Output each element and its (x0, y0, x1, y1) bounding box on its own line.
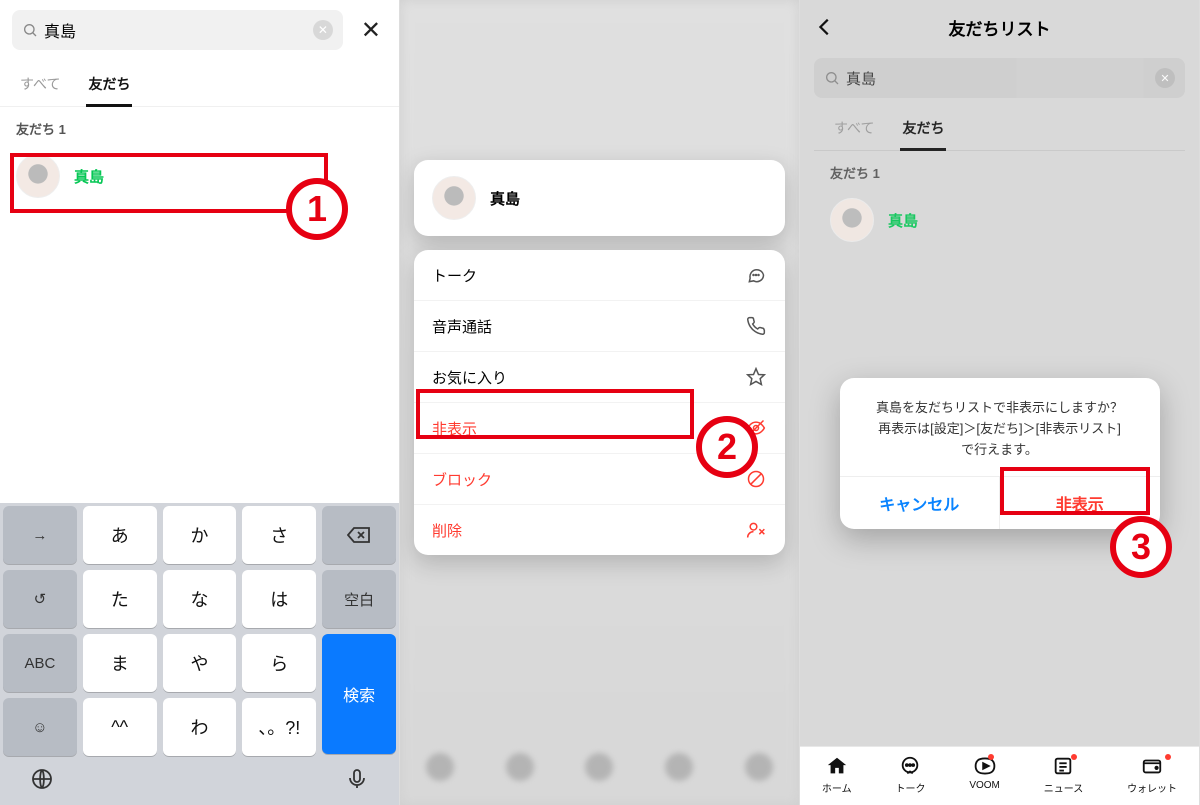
blurred-tabbar (400, 753, 799, 781)
menu-label: お気に入り (432, 367, 507, 388)
block-icon (745, 468, 767, 490)
tab-label: VOOM (969, 780, 1000, 791)
kb-key[interactable]: 空白 (322, 570, 396, 628)
eye-off-icon (745, 417, 767, 439)
kb-key[interactable]: や (163, 634, 237, 692)
section-label: 友だち 1 (814, 151, 1185, 188)
tab-label: ウォレット (1127, 780, 1177, 795)
menu-label: 音声通話 (432, 316, 492, 337)
page-title: 友だちリスト (949, 15, 1051, 40)
hide-button[interactable]: 非表示 (1000, 477, 1160, 529)
section-label: 友だち 1 (0, 107, 399, 144)
notification-dot-icon (988, 754, 994, 760)
friend-row[interactable]: 真島 (0, 144, 399, 208)
chat-icon (745, 264, 767, 286)
clear-icon[interactable]: ✕ (1155, 68, 1175, 88)
confirm-dialog: 真島を友だちリストで非表示にしますか？ 再表示は[設定]＞[友だち]＞[非表示リ… (840, 378, 1160, 529)
kb-key[interactable]: → (3, 506, 77, 564)
kb-key[interactable]: か (163, 506, 237, 564)
back-button[interactable] (814, 16, 836, 38)
menu-label: 削除 (432, 520, 462, 541)
kb-key[interactable]: た (83, 570, 157, 628)
kb-key[interactable]: ↺ (3, 570, 77, 628)
tabbar-play[interactable]: VOOM (969, 755, 1000, 795)
tabbar-wallet[interactable]: ウォレット (1127, 755, 1177, 795)
menu-item-star[interactable]: お気に入り (414, 352, 785, 403)
search-field[interactable]: ✕ (12, 10, 343, 50)
menu-label: 非表示 (432, 418, 477, 439)
dialog-line3: で行えます。 (858, 440, 1142, 461)
tab-friends[interactable]: 友だち (86, 64, 132, 106)
chat-icon (899, 755, 921, 777)
search-text: 真島 (846, 68, 1155, 89)
clear-icon[interactable]: ✕ (313, 20, 333, 40)
tabbar-home[interactable]: ホーム (822, 755, 852, 795)
globe-icon[interactable] (30, 767, 54, 791)
avatar (16, 154, 60, 198)
dialog-line1: 真島を友だちリストで非表示にしますか？ (858, 398, 1142, 419)
menu-item-eye-off[interactable]: 非表示 (414, 403, 785, 454)
kb-key[interactable]: な (163, 570, 237, 628)
kb-key[interactable] (322, 506, 396, 564)
cancel-button[interactable]: キャンセル (840, 477, 1001, 529)
menu-item-block[interactable]: ブロック (414, 454, 785, 505)
user-x-icon (745, 519, 767, 541)
kb-key[interactable]: わ (163, 698, 237, 756)
tab-all[interactable]: すべて (832, 108, 876, 150)
star-icon (745, 366, 767, 388)
kb-key[interactable]: あ (83, 506, 157, 564)
close-button[interactable]: ✕ (355, 16, 387, 45)
kb-key[interactable]: ま (83, 634, 157, 692)
tab-friends[interactable]: 友だち (900, 108, 946, 150)
search-field[interactable]: 真島 ✕ (814, 58, 1185, 98)
bottom-tabbar[interactable]: ホーム トーク VOOM ニュース ウォレット (800, 746, 1199, 805)
kb-key[interactable]: ら (242, 634, 316, 692)
kb-key[interactable]: さ (242, 506, 316, 564)
friend-name: 真島 (490, 188, 520, 209)
tab-label: ホーム (822, 780, 852, 795)
wallet-icon (1141, 755, 1163, 777)
mic-icon[interactable] (345, 767, 369, 791)
friend-name: 真島 (888, 210, 918, 231)
search-icon (824, 70, 840, 86)
kb-key[interactable]: は (242, 570, 316, 628)
tab-all[interactable]: すべて (18, 64, 62, 106)
friend-row[interactable]: 真島 (814, 188, 1185, 252)
tab-label: トーク (895, 780, 925, 795)
kb-key[interactable]: ABC (3, 634, 77, 692)
kb-key[interactable]: 、。?! (242, 698, 316, 756)
avatar (830, 198, 874, 242)
tab-label: ニュース (1044, 780, 1084, 795)
menu-label: ブロック (432, 469, 492, 490)
tabbar-chat[interactable]: トーク (895, 755, 925, 795)
kb-key[interactable]: ☺ (3, 698, 77, 756)
phone-icon (745, 315, 767, 337)
context-menu: トーク音声通話お気に入り非表示ブロック削除 (414, 250, 785, 555)
avatar (432, 176, 476, 220)
menu-item-phone[interactable]: 音声通話 (414, 301, 785, 352)
keyboard[interactable]: →あかさ ↺たなは空白 ABCまやら検索 ☺^^わ、。?! (0, 503, 399, 805)
notification-dot-icon (1071, 754, 1077, 760)
home-icon (826, 755, 848, 777)
friend-card: 真島 (414, 160, 785, 236)
menu-label: トーク (432, 265, 477, 286)
menu-item-chat[interactable]: トーク (414, 250, 785, 301)
kb-key[interactable]: ^^ (83, 698, 157, 756)
notification-dot-icon (1165, 754, 1171, 760)
dialog-line2: 再表示は[設定]＞[友だち]＞[非表示リスト] (858, 419, 1142, 440)
search-icon (22, 22, 38, 38)
search-input[interactable] (44, 21, 313, 39)
menu-item-user-x[interactable]: 削除 (414, 505, 785, 555)
kb-key[interactable]: 検索 (322, 634, 396, 754)
tabbar-news[interactable]: ニュース (1044, 755, 1084, 795)
friend-name: 真島 (74, 166, 104, 187)
